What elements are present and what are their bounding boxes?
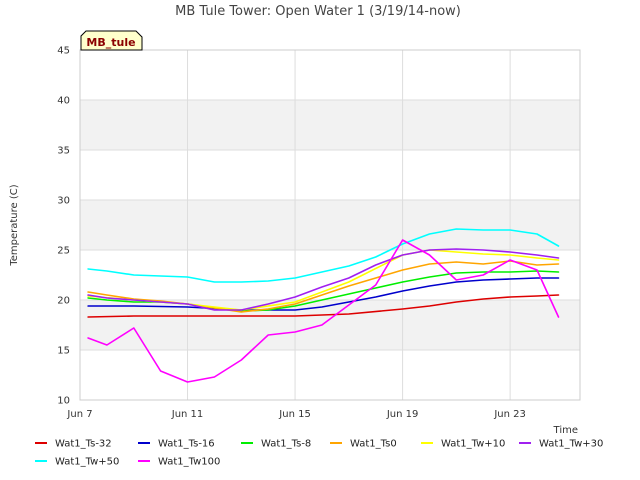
y-tick-label: 30 xyxy=(57,196,70,207)
legend-label: Wat1_Ts-8 xyxy=(261,439,311,450)
chart-title: MB Tule Tower: Open Water 1 (3/19/14-now… xyxy=(175,4,461,19)
x-tick-label: Jun 7 xyxy=(66,409,92,420)
station-badge-label: MB_tule xyxy=(86,36,135,49)
chart: 10 15 20 25 30 35 40 45 Jun 7 Jun 11 Jun 15 Jun 19… xyxy=(0,0,640,480)
plot-band xyxy=(80,50,580,100)
station-badge: MB_tule xyxy=(80,30,143,51)
plot-band xyxy=(80,150,580,200)
y-tick-label: 15 xyxy=(57,346,70,357)
y-tick-label: 20 xyxy=(57,296,70,307)
y-tick-label: 40 xyxy=(57,96,70,107)
legend-label: Wat1_Tw+10 xyxy=(441,439,505,450)
y-tick-label: 35 xyxy=(57,146,70,157)
plot-band xyxy=(80,200,580,250)
x-tick-label: Jun 19 xyxy=(386,409,419,420)
plot-band xyxy=(80,350,580,400)
legend-label: Wat1_Ts0 xyxy=(350,439,397,450)
x-tick-label: Jun 15 xyxy=(278,409,311,420)
x-tick-label: Jun 11 xyxy=(171,409,204,420)
plot-bands xyxy=(80,50,580,400)
legend-label: Wat1_Ts-32 xyxy=(55,439,112,450)
plot-band xyxy=(80,300,580,350)
y-tick-label: 10 xyxy=(57,396,70,407)
legend-label: Wat1_Tw+50 xyxy=(55,457,119,468)
y-axis-label: Temperature (C) xyxy=(9,184,20,266)
legend-label: Wat1_Tw+30 xyxy=(539,439,603,450)
plot-band xyxy=(80,100,580,150)
x-tick-label: Jun 23 xyxy=(493,409,526,420)
y-tick-label: 25 xyxy=(57,246,70,257)
legend-label: Wat1_Ts-16 xyxy=(158,439,215,450)
x-axis-label: Time xyxy=(553,425,578,436)
legend-label: Wat1_Tw100 xyxy=(158,457,220,468)
y-tick-label: 45 xyxy=(57,46,70,57)
